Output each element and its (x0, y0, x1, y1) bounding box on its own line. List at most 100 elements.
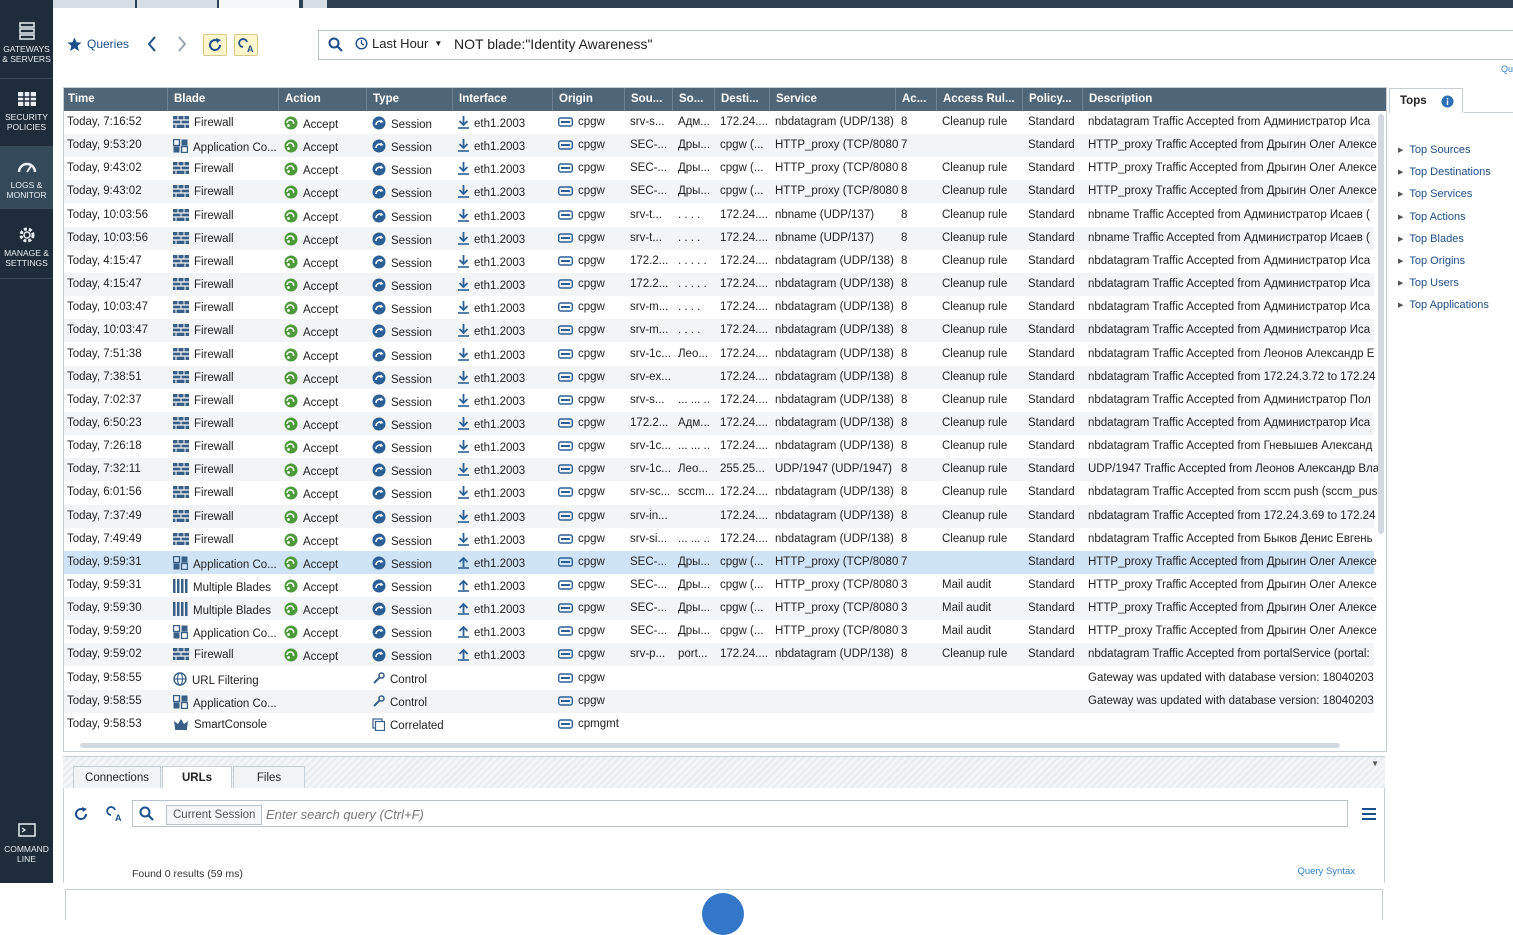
table-row[interactable]: Today, 7:02:37 Firewall Accept Session eth1.… (64, 389, 1374, 412)
cell-text: nbdatagram (UDP/138) (775, 648, 894, 661)
table-row[interactable]: Today, 4:15:47 Firewall Accept Session eth1.… (64, 273, 1374, 297)
column-header[interactable]: Action (285, 93, 371, 105)
tops-item[interactable]: ▶ Top Origins (1398, 250, 1491, 272)
menu-icon[interactable] (1362, 808, 1376, 820)
table-row[interactable]: Today, 7:38:51 Firewall Accept Session eth1.… (64, 365, 1375, 389)
column-header[interactable]: Description (1089, 93, 1386, 105)
column-header[interactable]: Blade (174, 93, 282, 105)
table-row[interactable]: Today, 9:59:30 Multiple Blades Accept Sessi… (64, 597, 1377, 621)
table-row[interactable]: Today, 7:26:18 Firewall Accept Session eth1.… (64, 435, 1374, 458)
column-header[interactable]: Ac... (902, 93, 940, 105)
tops-item[interactable]: ▶ Top Actions (1398, 206, 1491, 228)
auto-refresh-button[interactable]: A (234, 34, 258, 56)
query-text[interactable]: NOT blade:"Identity Awareness" (454, 36, 653, 52)
tab-tops[interactable]: Tops (1389, 88, 1463, 113)
cell-text: eth1.2003 (474, 141, 526, 154)
cell-blade: Firewall (173, 440, 281, 454)
view-tab-active[interactable] (219, 0, 299, 8)
cell-text: cpgw (... (720, 625, 764, 638)
nav-label: LOGS & MONITOR (6, 180, 47, 200)
table-row[interactable]: Today, 10:03:47 Firewall Accept Session eth1… (64, 319, 1374, 343)
table-row[interactable]: Today, 9:59:20 Application Co... Accept Ses… (64, 620, 1377, 643)
gear-icon (19, 227, 34, 243)
time-filter-dropdown[interactable]: Last Hour ▼ (355, 36, 442, 51)
details-search-box[interactable]: Current Session Enter search query (Ctrl… (132, 800, 1348, 827)
table-row[interactable]: Today, 9:59:31 Application Co... Accept Ses… (64, 550, 1377, 574)
nav-gateways-servers[interactable]: GATEWAYS & SERVERS (0, 22, 53, 64)
table-row[interactable]: Today, 9:43:02 Firewall Accept Session eth1.… (64, 157, 1377, 180)
tops-item[interactable]: ▶ Top Services (1398, 183, 1491, 205)
auto-refresh-icon[interactable]: A (105, 805, 123, 822)
column-header[interactable]: Sou... (631, 93, 677, 105)
cell-text: Gateway was updated with database versio… (1088, 694, 1374, 707)
tops-item[interactable]: ▶ Top Destinations (1398, 161, 1491, 183)
table-row[interactable]: Today, 9:59:02 Firewall Accept Session eth1.… (64, 643, 1374, 667)
inbound-arrow-icon (458, 509, 469, 523)
back-button[interactable] (141, 34, 163, 54)
table-row[interactable]: Today, 9:58:55 Application Co... Control cp… (64, 689, 1374, 713)
cell-text: . . . . (678, 208, 701, 221)
refresh-button[interactable] (203, 34, 227, 56)
table-row[interactable]: Today, 9:58:55 URL Filtering Control cpgw Ga… (64, 667, 1374, 690)
column-header[interactable]: Origin (559, 93, 629, 105)
nav-security-policies[interactable]: SECURITY POLICIES (0, 90, 53, 132)
column-header[interactable]: Policy... (1029, 93, 1087, 105)
table-row[interactable]: Today, 7:51:38 Firewall Accept Session eth1.… (64, 343, 1374, 366)
column-header[interactable]: Interface (459, 93, 557, 105)
view-tab[interactable] (53, 0, 135, 8)
query-search-box[interactable]: Last Hour ▼ NOT blade:"Identity Awarenes… (318, 30, 1513, 60)
tops-item[interactable]: ▶ Top Sources (1398, 139, 1491, 161)
info-icon[interactable] (1441, 95, 1454, 108)
session-icon (372, 116, 386, 130)
forward-button[interactable] (171, 34, 193, 54)
refresh-icon[interactable] (73, 806, 89, 822)
column-header[interactable]: Type (373, 93, 457, 105)
cell-blade: Firewall (173, 532, 281, 547)
tab-connections[interactable]: Connections (73, 766, 161, 789)
table-row[interactable]: Today, 9:59:31 Multiple Blades Accept Sessi… (64, 574, 1377, 597)
tops-item-label: Top Origins (1409, 255, 1466, 268)
column-header[interactable]: Access Rul... (943, 93, 1027, 105)
tops-item[interactable]: ▶ Top Blades (1398, 228, 1491, 250)
vertical-scrollbar[interactable] (1378, 114, 1384, 534)
table-row[interactable]: Today, 7:32:11 Firewall Accept Session eth1.… (64, 458, 1379, 482)
table-row[interactable]: Today, 9:53:20 Application Co... Accept Ses… (64, 134, 1377, 158)
column-header[interactable]: Service (776, 93, 900, 105)
table-row[interactable]: Today, 10:03:47 Firewall Accept Session eth1… (64, 296, 1374, 319)
table-row[interactable]: Today, 7:49:49 Firewall Accept Session eth1.… (64, 528, 1374, 551)
accept-icon (284, 255, 298, 269)
cell-text: srv-1c... (630, 347, 671, 360)
table-row[interactable]: Today, 7:37:49 Firewall Accept Session eth1.… (64, 504, 1375, 528)
cell-policy: Standard (1028, 185, 1086, 198)
cell-text: 172.24.... (720, 393, 768, 406)
new-tab-button[interactable] (303, 0, 327, 8)
table-row[interactable]: Today, 6:50:23 Firewall Accept Session eth1.… (64, 411, 1374, 435)
table-row[interactable]: Today, 7:16:52 Firewall Accept Session eth1.… (64, 111, 1374, 134)
queries-button[interactable]: Queries (67, 35, 129, 53)
query-syntax-link[interactable]: Query Syntax (1297, 866, 1355, 877)
nav-logs-monitor[interactable]: LOGS & MONITOR (0, 146, 53, 208)
tab-files[interactable]: Files (233, 766, 305, 789)
collapse-icon[interactable]: ▼ (1371, 759, 1379, 768)
current-session-badge[interactable]: Current Session (166, 805, 263, 825)
column-header[interactable]: So... (679, 93, 719, 105)
tops-item[interactable]: ▶ Top Users (1398, 272, 1491, 294)
tab-urls[interactable]: URLs (162, 766, 232, 789)
horizontal-scrollbar[interactable] (80, 743, 1340, 748)
table-row[interactable]: Today, 10:03:56 Firewall Accept Session eth1… (64, 204, 1374, 227)
table-row[interactable]: Today, 6:01:56 Firewall Accept Session eth1.… (64, 481, 1377, 504)
table-row[interactable]: Today, 10:03:56 Firewall Accept Session eth1… (64, 226, 1374, 250)
nav-command-line[interactable]: COMMAND LINE (0, 822, 53, 864)
tops-item[interactable]: ▶ Top Applications (1398, 294, 1491, 316)
nav-manage-settings[interactable]: MANAGE & SETTINGS (0, 226, 53, 268)
table-row[interactable]: Today, 4:15:47 Firewall Accept Session eth1.… (64, 250, 1374, 273)
view-tab[interactable] (137, 0, 217, 8)
cell-text: 8 (901, 532, 908, 545)
table-row[interactable]: Today, 9:58:53 SmartConsole Correlated cpmg… (64, 713, 1374, 736)
gateway-icon (558, 557, 573, 567)
column-header[interactable]: Time (68, 93, 172, 105)
query-link[interactable]: Qu (1501, 64, 1513, 74)
cell-text: cpgw (... (720, 162, 764, 175)
column-header[interactable]: Desti... (721, 93, 774, 105)
table-row[interactable]: Today, 9:43:02 Firewall Accept Session eth1.… (64, 180, 1377, 204)
